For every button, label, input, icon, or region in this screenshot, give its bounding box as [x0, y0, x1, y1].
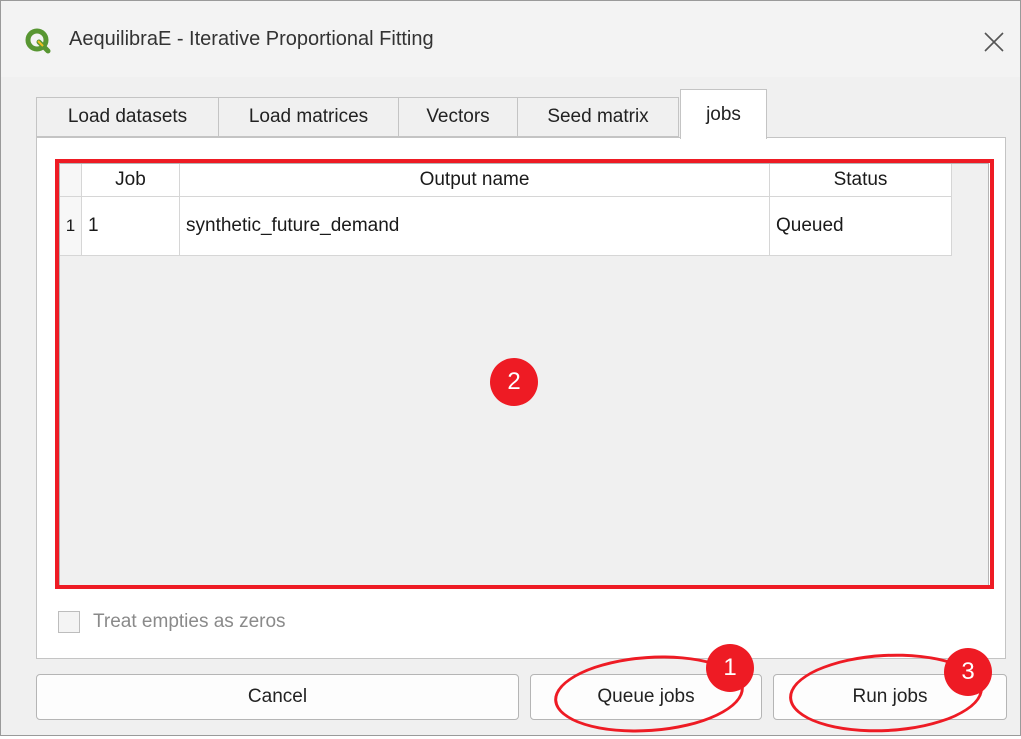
- tab-load-matrices[interactable]: Load matrices: [218, 97, 399, 137]
- annotation-badge-1: 1: [706, 644, 754, 692]
- treat-empties-checkbox[interactable]: [58, 611, 80, 633]
- cancel-button[interactable]: Cancel: [36, 674, 519, 720]
- treat-empties-label: Treat empties as zeros: [93, 611, 286, 632]
- cell-job[interactable]: 1: [82, 197, 180, 256]
- tab-label: Vectors: [426, 106, 490, 127]
- column-header-output-name[interactable]: Output name: [180, 164, 770, 197]
- treat-empties-option[interactable]: Treat empties as zeros: [58, 608, 286, 636]
- close-button[interactable]: [971, 19, 1017, 65]
- tab-load-datasets[interactable]: Load datasets: [36, 97, 219, 137]
- tab-label: Load matrices: [248, 106, 369, 127]
- tab-seed-matrix[interactable]: Seed matrix: [517, 97, 679, 137]
- cell-output-name[interactable]: synthetic_future_demand: [180, 197, 770, 256]
- tab-vectors[interactable]: Vectors: [398, 97, 518, 137]
- dialog-window: AequilibraE - Iterative Proportional Fit…: [0, 0, 1021, 739]
- row-number[interactable]: 1: [60, 197, 82, 256]
- column-header-status[interactable]: Status: [770, 164, 952, 197]
- tab-label: Load datasets: [67, 106, 188, 127]
- window-title: AequilibraE - Iterative Proportional Fit…: [69, 28, 434, 50]
- title-bar: AequilibraE - Iterative Proportional Fit…: [1, 1, 1020, 77]
- tab-jobs[interactable]: jobs: [680, 89, 767, 139]
- annotation-badge-2: 2: [490, 358, 538, 406]
- cell-status[interactable]: Queued: [770, 197, 952, 256]
- close-icon: [984, 32, 1004, 52]
- column-header-job[interactable]: Job: [82, 164, 180, 197]
- tab-label: Seed matrix: [547, 106, 649, 127]
- table-corner: [60, 164, 82, 197]
- qgis-logo-icon: [25, 28, 51, 54]
- tab-label: jobs: [706, 103, 741, 125]
- annotation-badge-3: 3: [944, 648, 992, 696]
